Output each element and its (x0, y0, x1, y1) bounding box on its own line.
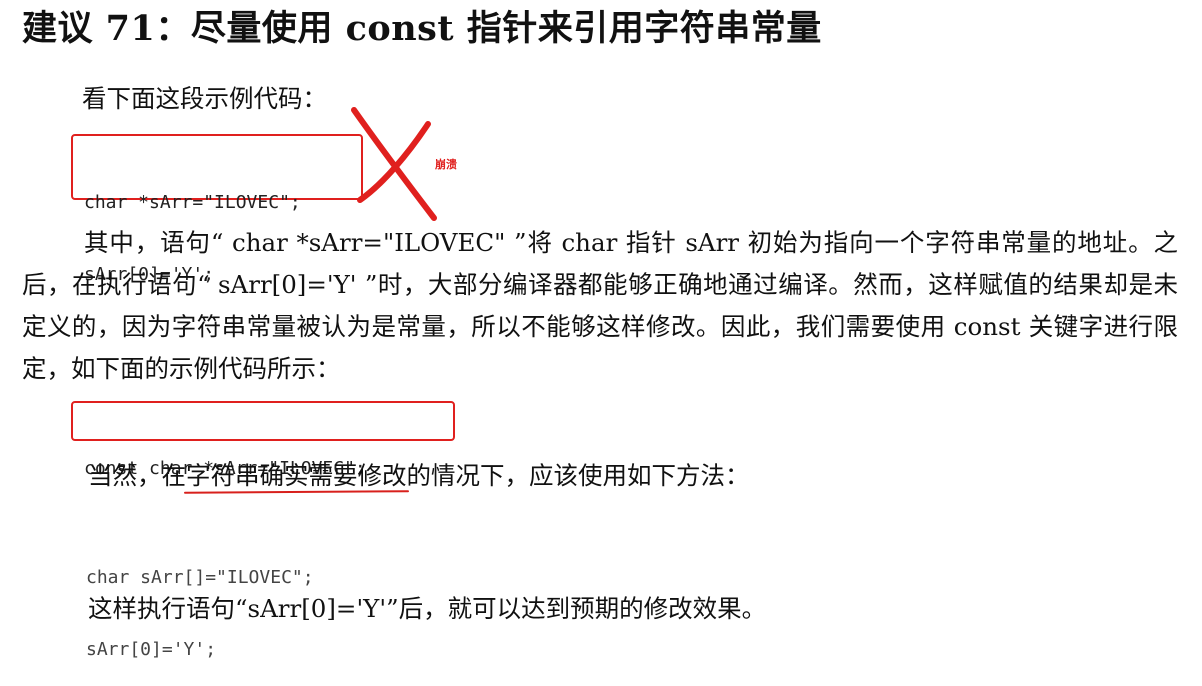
page-title: 建议 71：尽量使用 const 指针来引用字符串常量 (22, 8, 822, 49)
paragraph-3: 这样执行语句“sArr[0]='Y'”后，就可以达到预期的修改效果。 (88, 594, 767, 623)
paragraph-2-after: 的情况下，应该使用如下方法： (406, 461, 750, 490)
code-line: char *sArr="ILOVEC"; (84, 192, 301, 213)
code-line: char sArr[]="ILOVEC"; (86, 567, 314, 588)
code-line: sArr[0]='Y'; (86, 639, 217, 660)
underlined-phrase: 字符串确实需要修改 (186, 461, 407, 490)
cross-mark-icon (351, 107, 437, 221)
paragraph-2: 当然，在字符串确实需要修改的情况下，应该使用如下方法： (88, 455, 888, 497)
paragraph-2-before: 当然，在 (88, 461, 186, 490)
paragraph-1: 其中，语句“ char *sArr="ILOVEC" ”将 char 指针 sA… (22, 228, 1178, 383)
crash-label: 崩溃 (435, 158, 457, 171)
